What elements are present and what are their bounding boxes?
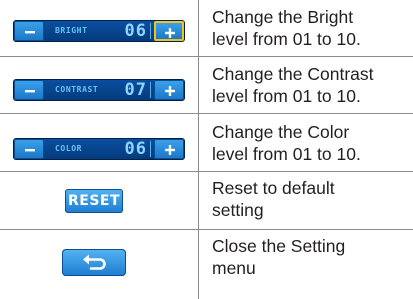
color-value: 06 — [124, 139, 147, 159]
color-label: COLOR — [55, 144, 83, 153]
contrast-increase-button[interactable] — [154, 80, 184, 100]
bright-label: BRIGHT — [55, 26, 88, 35]
color-control-bar: COLOR 06 — [14, 139, 184, 159]
row-divider — [0, 113, 413, 114]
value-separator — [150, 141, 151, 157]
minus-icon — [25, 31, 35, 34]
color-decrease-button[interactable] — [14, 139, 44, 159]
reset-description: Reset to default setting — [212, 178, 335, 220]
column-divider — [198, 0, 199, 299]
close-description: Close the Setting menu — [212, 236, 346, 278]
bright-description: Change the Bright level from 01 to 10. — [212, 7, 361, 49]
back-arrow-icon — [83, 254, 106, 270]
bright-control-bar: BRIGHT 06 — [14, 21, 184, 41]
bright-decrease-button[interactable] — [14, 21, 44, 41]
contrast-value: 07 — [124, 80, 147, 100]
bright-increase-button[interactable] — [154, 21, 184, 41]
row-divider — [0, 171, 413, 172]
close-setting-button[interactable] — [62, 249, 126, 276]
bright-value: 06 — [124, 21, 147, 41]
value-separator — [150, 82, 151, 98]
minus-icon — [25, 90, 35, 93]
row-divider — [0, 56, 413, 57]
contrast-control-bar: CONTRAST 07 — [14, 80, 184, 100]
minus-icon — [25, 149, 35, 152]
value-separator — [150, 23, 151, 39]
contrast-label: CONTRAST — [55, 85, 99, 94]
color-description: Change the Color level from 01 to 10. — [212, 122, 361, 164]
contrast-decrease-button[interactable] — [14, 80, 44, 100]
plus-icon — [165, 86, 175, 96]
contrast-description: Change the Contrast level from 01 to 10. — [212, 64, 374, 106]
color-increase-button[interactable] — [154, 139, 184, 159]
row-divider — [0, 229, 413, 230]
reset-button[interactable]: RESET — [65, 189, 123, 213]
plus-icon — [165, 28, 175, 38]
plus-icon — [165, 145, 175, 155]
